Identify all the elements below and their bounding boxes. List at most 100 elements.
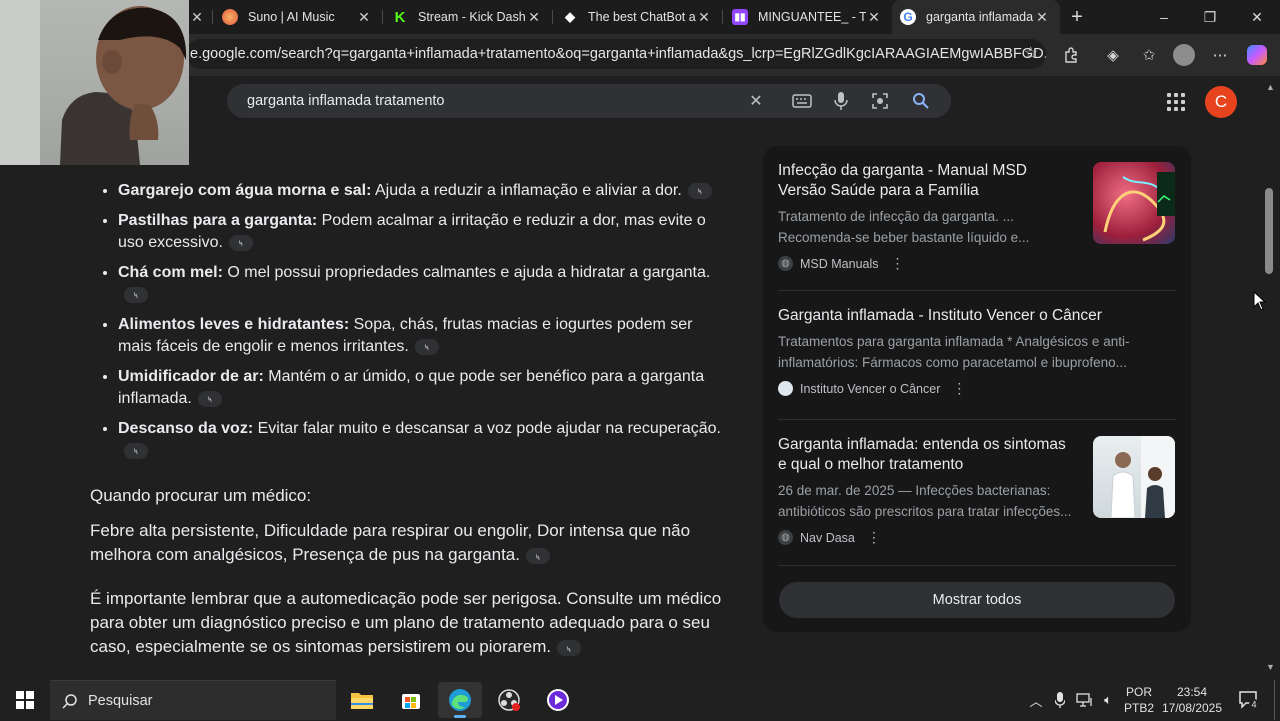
source-snippet: Tratamento de infecção da garganta. ... … (778, 209, 1030, 245)
obs-studio-icon[interactable] (487, 682, 531, 718)
divider (778, 565, 1176, 566)
page-scrollbar[interactable]: ▲ ▼ (1262, 76, 1280, 676)
clock[interactable]: 23:54 17/08/2025 (1160, 684, 1224, 716)
globe-icon: ◍ (778, 256, 793, 271)
results-area: aseiros: Gargarejo com água morna e sal:… (0, 128, 1262, 676)
source-title[interactable]: Garganta inflamada: entenda os sintomas … (778, 435, 1078, 475)
microsoft-store-icon[interactable] (389, 682, 433, 718)
show-hidden-icons-icon[interactable]: ︿ (1027, 680, 1045, 720)
list-item: Descanso da voz: Evitar falar muito e de… (118, 418, 730, 462)
source-title[interactable]: Infecção da garganta - Manual MSD Versão… (778, 161, 1078, 201)
tab-poe[interactable]: ◆ The best ChatBot an ✕ (552, 0, 722, 34)
source-link-icon[interactable] (124, 442, 148, 459)
tab-title: garganta inflamada (926, 10, 1034, 24)
media-player-icon[interactable] (536, 682, 580, 718)
source-title[interactable]: Garganta inflamada - Instituto Vencer o … (778, 306, 1176, 326)
when-to-see-doctor-heading: Quando procurar um médico: (90, 486, 312, 505)
tab-title: The best ChatBot an (588, 10, 696, 24)
voice-search-icon[interactable] (831, 91, 851, 111)
more-options-icon[interactable]: ⋯ (1209, 44, 1231, 66)
search-icon (62, 694, 77, 709)
source-link-icon[interactable] (414, 338, 439, 355)
source-link-icon[interactable] (124, 286, 148, 303)
extensions-icon[interactable] (1061, 44, 1083, 66)
microphone-icon[interactable] (1052, 680, 1068, 720)
source-link-icon[interactable] (557, 639, 582, 656)
windows-start-icon[interactable] (3, 682, 47, 718)
more-options-icon[interactable]: ⋮ (952, 380, 966, 397)
search-icon[interactable] (911, 91, 931, 111)
twitch-icon: ▮▮ (732, 9, 748, 25)
clock-time: 23:54 (1176, 685, 1208, 699)
file-explorer-icon[interactable] (340, 682, 384, 718)
source-card[interactable]: Infecção da garganta - Manual MSD Versão… (778, 161, 1078, 272)
google-icon: G (900, 9, 916, 25)
account-avatar[interactable]: C (1205, 86, 1237, 118)
show-all-button[interactable]: Mostrar todos (779, 582, 1175, 618)
tab-strip: ✕ Suno | AI Music ✕ K Stream - Kick Dash… (0, 0, 1280, 34)
clear-search-icon[interactable]: ✕ (746, 91, 766, 111)
source-link-icon[interactable] (687, 182, 712, 199)
source-link-icon[interactable] (197, 390, 222, 407)
source-card[interactable]: Garganta inflamada: entenda os sintomas … (778, 435, 1078, 546)
throat-anatomy-thumbnail[interactable] (1093, 162, 1175, 244)
globe-icon: ◍ (778, 530, 793, 545)
close-tab-icon[interactable]: ✕ (526, 9, 542, 26)
list-item: Chá com mel: O mel possui propriedades c… (118, 262, 730, 306)
new-tab-button[interactable]: + (1065, 6, 1089, 28)
source-snippet: 26 de mar. de 2025 — Infecções bacterian… (778, 483, 1072, 519)
tips-list: Gargarejo com água morna e sal: Ajuda a … (118, 180, 730, 470)
source-link-icon[interactable] (228, 234, 253, 251)
maximize-button[interactable]: ❐ (1198, 6, 1222, 28)
tab-title: Suno | AI Music (248, 10, 335, 24)
close-tab-icon[interactable]: ✕ (189, 9, 205, 26)
favorites-icon[interactable]: ✩ (1138, 44, 1160, 66)
close-tab-icon[interactable]: ✕ (696, 9, 712, 26)
more-options-icon[interactable]: ⋮ (867, 529, 881, 546)
volume-icon[interactable]: 🔈︎ (1098, 680, 1118, 720)
keyboard-icon[interactable] (792, 91, 812, 111)
copilot-icon[interactable] (1246, 44, 1268, 66)
favorite-star-icon[interactable]: ☆ (1024, 39, 1038, 69)
scroll-down-icon[interactable]: ▼ (1266, 662, 1275, 672)
scrollbar-thumb[interactable] (1265, 188, 1273, 274)
tab-twitch[interactable]: ▮▮ MINGUANTEE_ - Twi ✕ (722, 0, 892, 34)
show-desktop-button[interactable] (1274, 680, 1278, 720)
address-toolbar: e.google.com/search?q=garganta+inflamada… (0, 34, 1280, 76)
list-item: Pastilhas para a garganta: Podem acalmar… (118, 210, 730, 254)
search-box[interactable]: garganta inflamada tratamento ✕ (227, 84, 951, 118)
tab-google-active[interactable]: G garganta inflamada ✕ (892, 0, 1060, 34)
source-site: ◍ MSD Manuals ⋮ (778, 255, 1078, 272)
close-tab-icon[interactable]: ✕ (356, 9, 372, 26)
network-icon[interactable] (1075, 680, 1095, 720)
minimize-button[interactable]: – (1152, 6, 1176, 28)
source-link-icon[interactable] (525, 547, 550, 564)
tab-kick[interactable]: K Stream - Kick Dashb ✕ (382, 0, 552, 34)
poe-icon: ◆ (565, 9, 575, 24)
url-bar[interactable]: e.google.com/search?q=garganta+inflamada… (186, 39, 1046, 69)
google-apps-icon[interactable] (1167, 93, 1185, 111)
lens-search-icon[interactable] (870, 91, 890, 111)
source-site: ◍ Nav Dasa ⋮ (778, 529, 1078, 546)
notifications-icon[interactable]: 4 (1237, 680, 1261, 720)
tab-hidden[interactable]: ✕ (189, 0, 209, 34)
vencer-cancer-icon (778, 381, 793, 396)
taskbar-search[interactable]: Pesquisar (50, 680, 336, 720)
close-tab-icon[interactable]: ✕ (866, 9, 882, 26)
when-to-see-doctor-text: Febre alta persistente, Dificuldade para… (90, 519, 730, 567)
close-tab-icon[interactable]: ✕ (1034, 9, 1050, 26)
divider (778, 419, 1176, 420)
input-language[interactable]: POR PTB2 (1123, 684, 1155, 716)
more-options-icon[interactable]: ⋮ (891, 255, 905, 272)
doctor-patient-thumbnail[interactable] (1093, 436, 1175, 518)
mouse-cursor-icon (1253, 291, 1267, 311)
source-card[interactable]: Garganta inflamada - Instituto Vencer o … (778, 306, 1176, 397)
split-screen-icon[interactable]: ◈ (1102, 44, 1124, 66)
scroll-up-icon[interactable]: ▲ (1266, 82, 1275, 92)
profile-icon[interactable] (1173, 44, 1195, 66)
close-window-button[interactable]: ✕ (1245, 6, 1269, 28)
sources-panel: Infecção da garganta - Manual MSD Versão… (763, 146, 1191, 632)
tab-suno[interactable]: Suno | AI Music ✕ (212, 0, 382, 34)
clock-date: 17/08/2025 (1161, 701, 1223, 715)
edge-browser-icon[interactable] (438, 682, 482, 718)
